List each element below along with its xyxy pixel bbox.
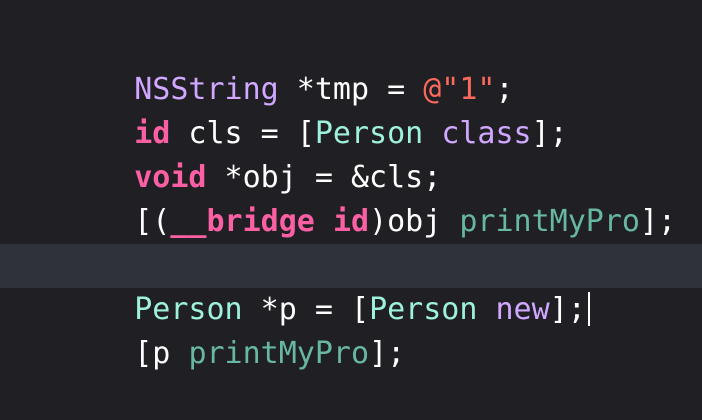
code-line-6[interactable]: Person *p = [Person new]; <box>62 244 590 327</box>
plain-token: ]; <box>549 292 586 327</box>
code-line-4[interactable]: [(__bridge id)obj printMyPro]; <box>62 156 676 239</box>
plain-token: [( <box>134 204 171 239</box>
code-line-7[interactable]: [p printMyPro]; <box>62 288 405 371</box>
method-token: printMyPro <box>459 204 640 239</box>
plain-token: [p <box>134 336 189 371</box>
plain-token: ]; <box>531 116 568 151</box>
code-editor[interactable]: NSString *tmp = @"1"; id cls = [Person c… <box>0 0 702 416</box>
keyword-token: id <box>332 204 370 239</box>
method-token: class <box>441 116 532 151</box>
text-cursor <box>587 291 590 326</box>
method-token: new <box>495 292 550 327</box>
plain-token: ]; <box>369 336 406 371</box>
plain-token: )obj <box>369 204 460 239</box>
keyword-token: __bridge <box>170 204 315 239</box>
code-line-2[interactable]: id cls = [Person class]; <box>62 68 568 151</box>
code-line-3[interactable]: void *obj = &cls; <box>62 112 441 195</box>
method-token: printMyPro <box>188 336 370 371</box>
plain-token: ]; <box>640 204 677 239</box>
code-line-1[interactable]: NSString *tmp = @"1"; <box>62 24 513 107</box>
